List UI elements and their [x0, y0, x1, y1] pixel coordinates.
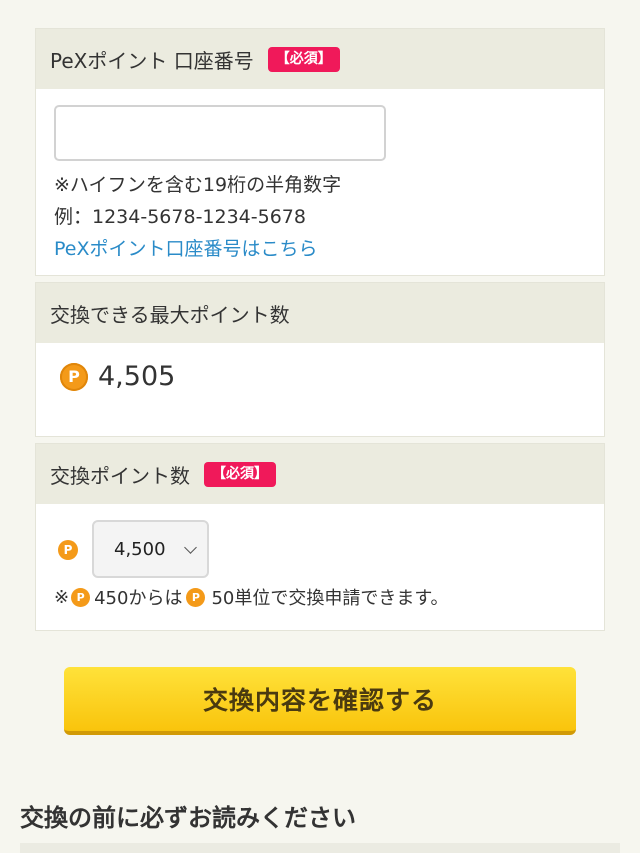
required-badge: 【必須】 — [267, 46, 340, 72]
point-coin-icon: P — [71, 587, 91, 607]
confirm-exchange-button[interactable]: 交換内容を確認する — [64, 667, 576, 735]
account-number-card: PeXポイント 口座番号 【必須】 ※ハイフンを含む19桁の半角数字 例：123… — [35, 28, 605, 276]
notice-section-top — [20, 843, 620, 853]
account-number-help-link[interactable]: PeXポイント口座番号はこちら — [54, 234, 318, 261]
account-number-input[interactable] — [54, 105, 386, 161]
account-number-example: 例：1234-5678-1234-5678 — [54, 206, 306, 228]
exchange-points-selected-value: 4,500 — [114, 538, 166, 560]
max-points-header: 交換できる最大ポイント数 — [36, 283, 604, 343]
note-part2: 50単位で交換申請できます。 — [211, 588, 449, 609]
point-coin-icon: P — [186, 587, 206, 607]
max-points-display: P 4,505 — [60, 361, 175, 392]
notice-heading: 交換の前に必ずお読みください — [20, 804, 356, 832]
exchange-unit-note: ※ P 450からは P 50単位で交換申請できます。 — [54, 584, 449, 610]
account-number-header: PeXポイント 口座番号 【必須】 — [36, 29, 604, 89]
max-points-card: 交換できる最大ポイント数 P 4,505 — [35, 282, 605, 437]
exchange-points-title: 交換ポイント数 — [50, 463, 190, 488]
note-part1: 450からは — [94, 588, 183, 609]
account-number-body: ※ハイフンを含む19桁の半角数字 例：1234-5678-1234-5678 P… — [36, 89, 604, 277]
required-badge: 【必須】 — [204, 461, 276, 487]
point-coin-icon: P — [60, 362, 88, 391]
max-points-title: 交換できる最大ポイント数 — [50, 302, 290, 327]
exchange-points-select[interactable]: 4,500 — [92, 520, 209, 578]
note-prefix: ※ — [54, 586, 70, 608]
exchange-points-header: 交換ポイント数 【必須】 — [36, 444, 604, 504]
exchange-points-body: P 4,500 ※ P 450からは P 50単位で交換申請できます。 — [36, 504, 604, 632]
account-number-format-note: ※ハイフンを含む19桁の半角数字 — [54, 174, 342, 196]
exchange-points-card: 交換ポイント数 【必須】 P 4,500 ※ P 450からは P 50単位で交… — [35, 443, 605, 631]
account-number-title: PeXポイント 口座番号 — [50, 48, 254, 73]
chevron-down-icon — [184, 541, 197, 554]
max-points-body: P 4,505 — [36, 343, 604, 438]
max-points-value: 4,505 — [98, 361, 176, 392]
point-coin-icon: P — [58, 540, 78, 560]
